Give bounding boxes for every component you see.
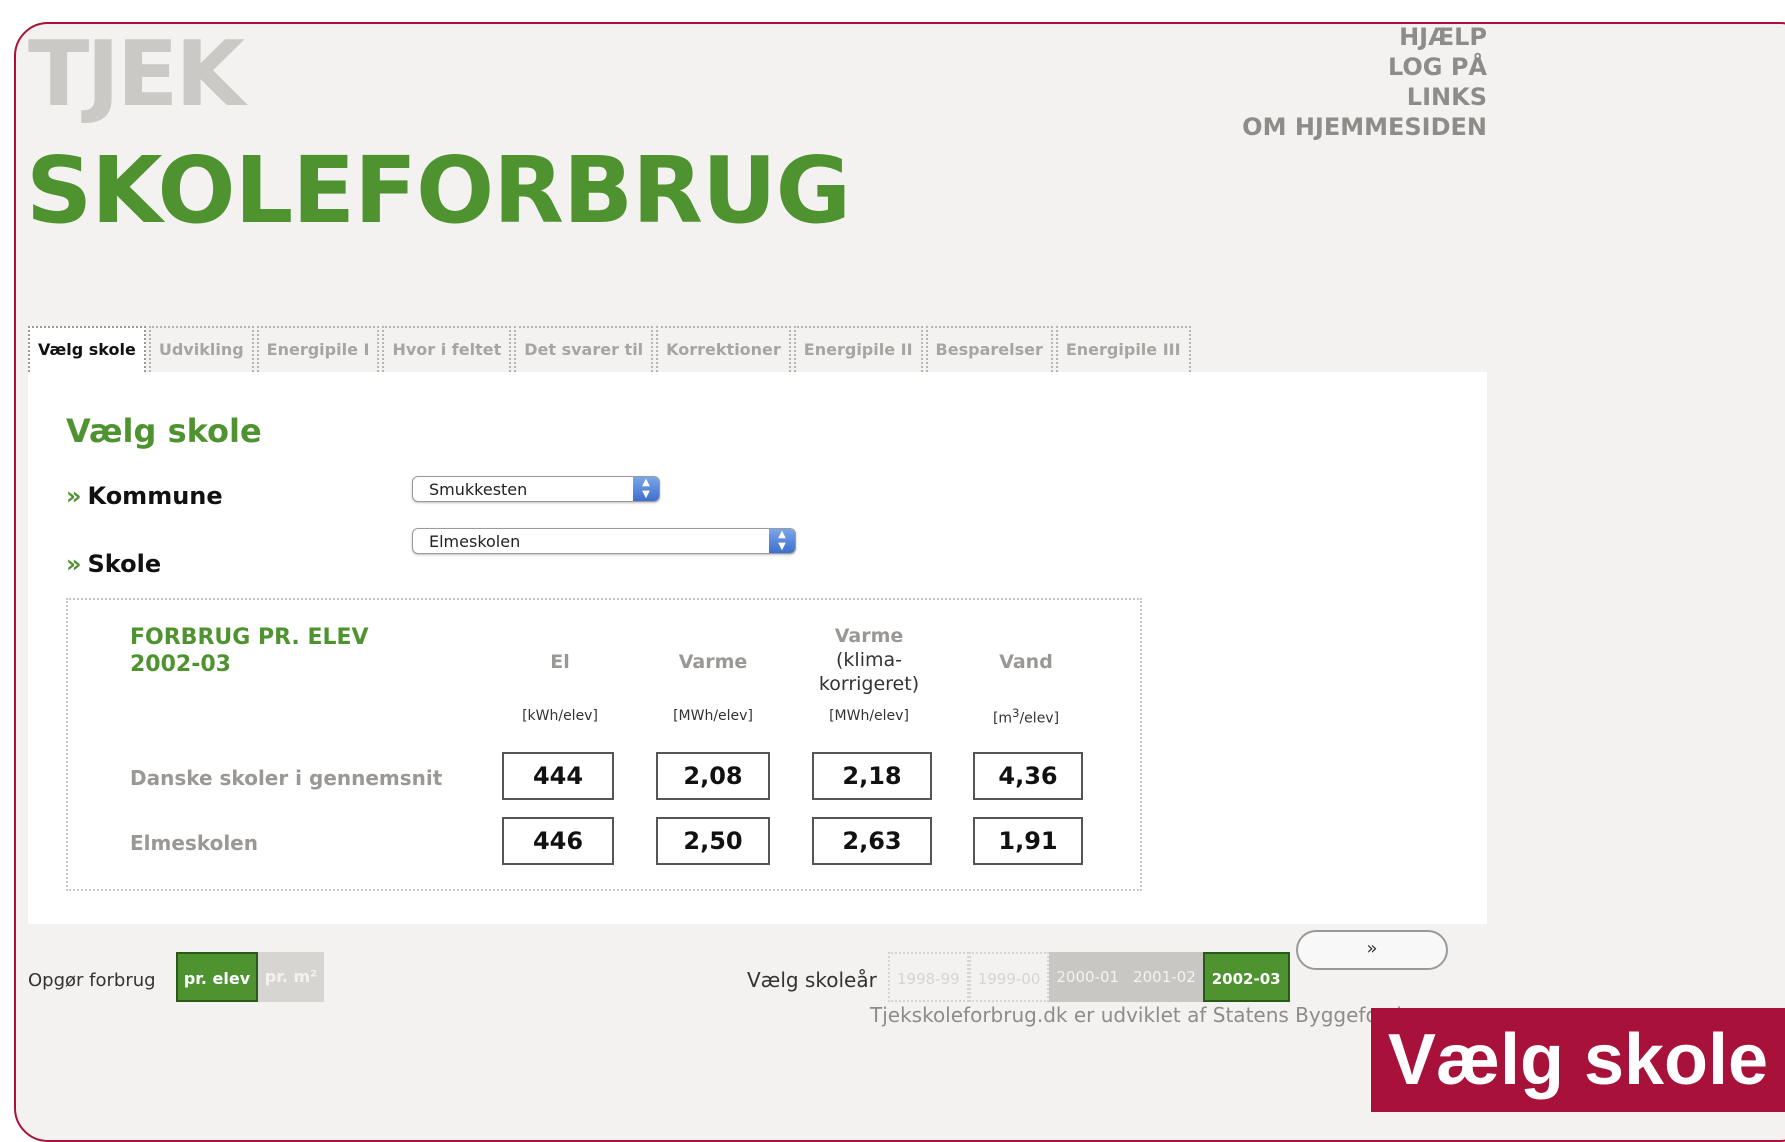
row-label-average: Danske skoler i gennemsnit: [130, 766, 443, 790]
consumption-title: FORBRUG PR. ELEV 2002-03: [130, 625, 369, 677]
skole-select-value: Elmeskolen: [429, 532, 521, 551]
kommune-select-value: Smukkesten: [429, 480, 528, 499]
tab-korrektioner[interactable]: Korrektioner: [656, 326, 791, 372]
year-1998-99[interactable]: 1998-99: [888, 952, 969, 1002]
kommune-label: » Kommune: [66, 482, 223, 510]
row-label-school: Elmeskolen: [130, 831, 258, 855]
value-school-vand: 1,91: [973, 817, 1083, 865]
next-button[interactable]: »: [1296, 930, 1448, 970]
col-head-varme-klima: Varme (klima- korrigeret): [818, 625, 920, 695]
panel-title: Vælg skole: [66, 412, 262, 450]
value-school-el: 446: [502, 817, 614, 865]
value-average-varme: 2,08: [656, 752, 770, 800]
year-2001-02[interactable]: 2001-02: [1126, 952, 1203, 1002]
value-school-varme: 2,50: [656, 817, 770, 865]
consumption-box: FORBRUG PR. ELEV 2002-03 El Varme Varme …: [66, 598, 1142, 891]
nav-about-link[interactable]: OM HJEMMESIDEN: [1242, 112, 1487, 142]
tab-udvikling[interactable]: Udvikling: [148, 326, 254, 372]
skole-select[interactable]: Elmeskolen ▲ ▼: [412, 528, 796, 554]
tab-besparelser[interactable]: Besparelser: [925, 326, 1053, 372]
value-average-el: 444: [502, 752, 614, 800]
value-average-varme-klima: 2,18: [812, 752, 932, 800]
col-head-varme: Varme: [678, 651, 748, 673]
opgor-label: Opgør forbrug: [28, 970, 156, 991]
value-school-varme-klima: 2,63: [812, 817, 932, 865]
chevron-right-icon: »: [66, 482, 82, 510]
year-1999-00[interactable]: 1999-00: [968, 952, 1050, 1002]
col-head-vand: Vand: [999, 651, 1053, 673]
unit-varme-klima: [MWh/elev]: [829, 708, 909, 724]
toggle-per-m2[interactable]: pr. m²: [258, 952, 324, 1002]
section-badge: Vælg skole: [1371, 1008, 1785, 1112]
tab-energipile-1[interactable]: Energipile I: [256, 326, 380, 372]
nav-help-link[interactable]: HJÆLP: [1242, 22, 1487, 52]
logo-tjek: TJEK: [28, 22, 245, 127]
toggle-per-student[interactable]: pr. elev: [176, 952, 258, 1002]
year-selector: 1998-99 1999-00 2000-01 2001-02 2002-03: [888, 952, 1290, 1002]
select-arrows-icon: ▲ ▼: [769, 529, 795, 553]
col-head-el: El: [550, 651, 570, 673]
tab-energipile-3[interactable]: Energipile III: [1055, 326, 1191, 372]
tab-det-svarer-til[interactable]: Det svarer til: [514, 326, 654, 372]
chevron-right-icon: »: [66, 550, 82, 578]
main-panel: Vælg skole » Kommune Smukkesten ▲ ▼ » Skole…: [28, 372, 1487, 924]
nav-login-link[interactable]: LOG PÅ: [1242, 52, 1487, 82]
skole-label: » Skole: [66, 550, 162, 578]
nav-links-link[interactable]: LINKS: [1242, 82, 1487, 112]
tab-vaelg-skole[interactable]: Vælg skole: [28, 326, 146, 372]
year-2002-03[interactable]: 2002-03: [1202, 952, 1290, 1002]
select-arrows-icon: ▲ ▼: [633, 477, 659, 501]
unit-vand: [m3/elev]: [992, 706, 1060, 727]
kommune-select[interactable]: Smukkesten ▲ ▼: [412, 476, 660, 502]
logo-skoleforbrug: SKOLEFORBRUG: [26, 137, 851, 244]
unit-varme: [MWh/elev]: [673, 708, 753, 724]
year-label: Vælg skoleår: [747, 968, 877, 992]
top-nav: HJÆLP LOG PÅ LINKS OM HJEMMESIDEN: [1242, 22, 1487, 142]
tab-bar: Vælg skole Udvikling Energipile I Hvor i…: [28, 326, 1194, 372]
unit-el: [kWh/elev]: [522, 708, 598, 724]
value-average-vand: 4,36: [973, 752, 1083, 800]
footer-credit: Tjekskoleforbrug.dk er udviklet af State…: [870, 1003, 1421, 1027]
tab-energipile-2[interactable]: Energipile II: [793, 326, 923, 372]
tab-hvor-i-feltet[interactable]: Hvor i feltet: [382, 326, 512, 372]
year-2000-01[interactable]: 2000-01: [1049, 952, 1127, 1002]
